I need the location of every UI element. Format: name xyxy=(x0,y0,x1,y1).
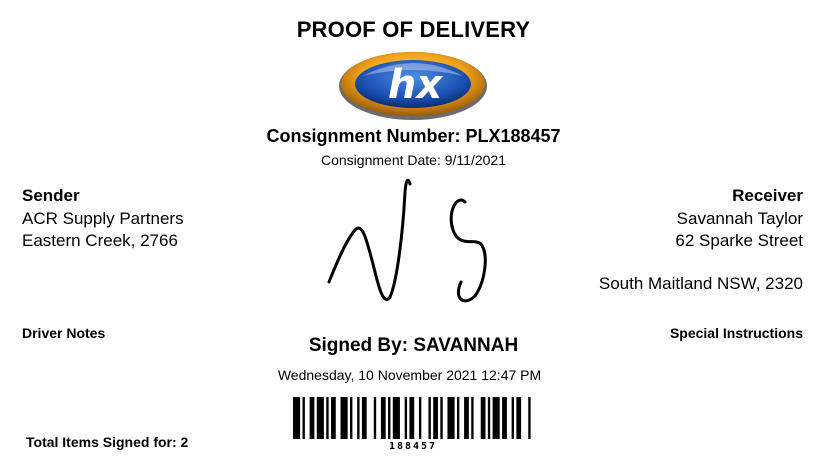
barcode-bar xyxy=(357,397,360,439)
barcode-bar xyxy=(293,397,301,439)
barcode-bar xyxy=(409,397,415,439)
total-items: Total Items Signed for: 2 xyxy=(26,434,189,450)
receiver-name: Savannah Taylor xyxy=(676,209,803,228)
receiver-city: South Maitland NSW, 2320 xyxy=(598,274,803,293)
barcode-bar xyxy=(433,397,438,439)
barcode-bar xyxy=(373,397,377,439)
barcode-bar xyxy=(340,397,348,439)
sender-label: Sender xyxy=(22,186,80,205)
consignment-number: Consignment Number: PLX188457 xyxy=(266,126,561,146)
barcode-bar xyxy=(516,397,522,439)
consignment-date: Consignment Date: 9/11/2021 xyxy=(321,152,506,168)
receiver-street: 62 Sparke Street xyxy=(675,231,803,250)
barcode-bar xyxy=(392,397,400,439)
barcode-bar xyxy=(528,397,531,439)
signed-datetime: Wednesday, 10 November 2021 12:47 PM xyxy=(277,367,542,383)
barcode-bar xyxy=(511,397,514,439)
barcode xyxy=(293,397,531,439)
barcode-bar xyxy=(361,397,367,439)
hx-logo: hx xyxy=(339,52,487,120)
sender-address: Eastern Creek, 2766 xyxy=(22,231,178,250)
barcode-number: 188457 xyxy=(388,441,438,452)
barcode-bar xyxy=(447,397,455,439)
barcode-bar xyxy=(456,397,460,439)
barcode-bar xyxy=(404,397,408,439)
barcode-bar xyxy=(380,397,386,439)
barcode-bar xyxy=(471,397,474,439)
barcode-bar xyxy=(309,397,315,439)
barcode-bar xyxy=(502,397,507,439)
barcode-bar xyxy=(428,397,431,439)
barcode-bar xyxy=(316,397,324,439)
barcode-bar xyxy=(350,397,353,439)
barcode-bar xyxy=(487,397,491,439)
barcode-bar xyxy=(388,397,391,439)
signature-image xyxy=(327,178,487,303)
barcode-bar xyxy=(464,397,469,439)
receiver-label: Receiver xyxy=(732,186,803,205)
barcode-bar xyxy=(331,397,336,439)
logo-text: hx xyxy=(388,62,443,108)
barcode-bar xyxy=(480,397,486,439)
barcode-bar xyxy=(440,397,443,439)
signed-by: Signed By: SAVANNAH xyxy=(308,335,519,356)
sender-name: ACR Supply Partners xyxy=(22,209,184,228)
barcode-bar xyxy=(492,397,500,439)
document-title: PROOF OF DELIVERY xyxy=(296,17,531,42)
barcode-bar xyxy=(326,397,329,439)
barcode-bar xyxy=(418,397,422,439)
barcode-bar xyxy=(302,397,305,439)
